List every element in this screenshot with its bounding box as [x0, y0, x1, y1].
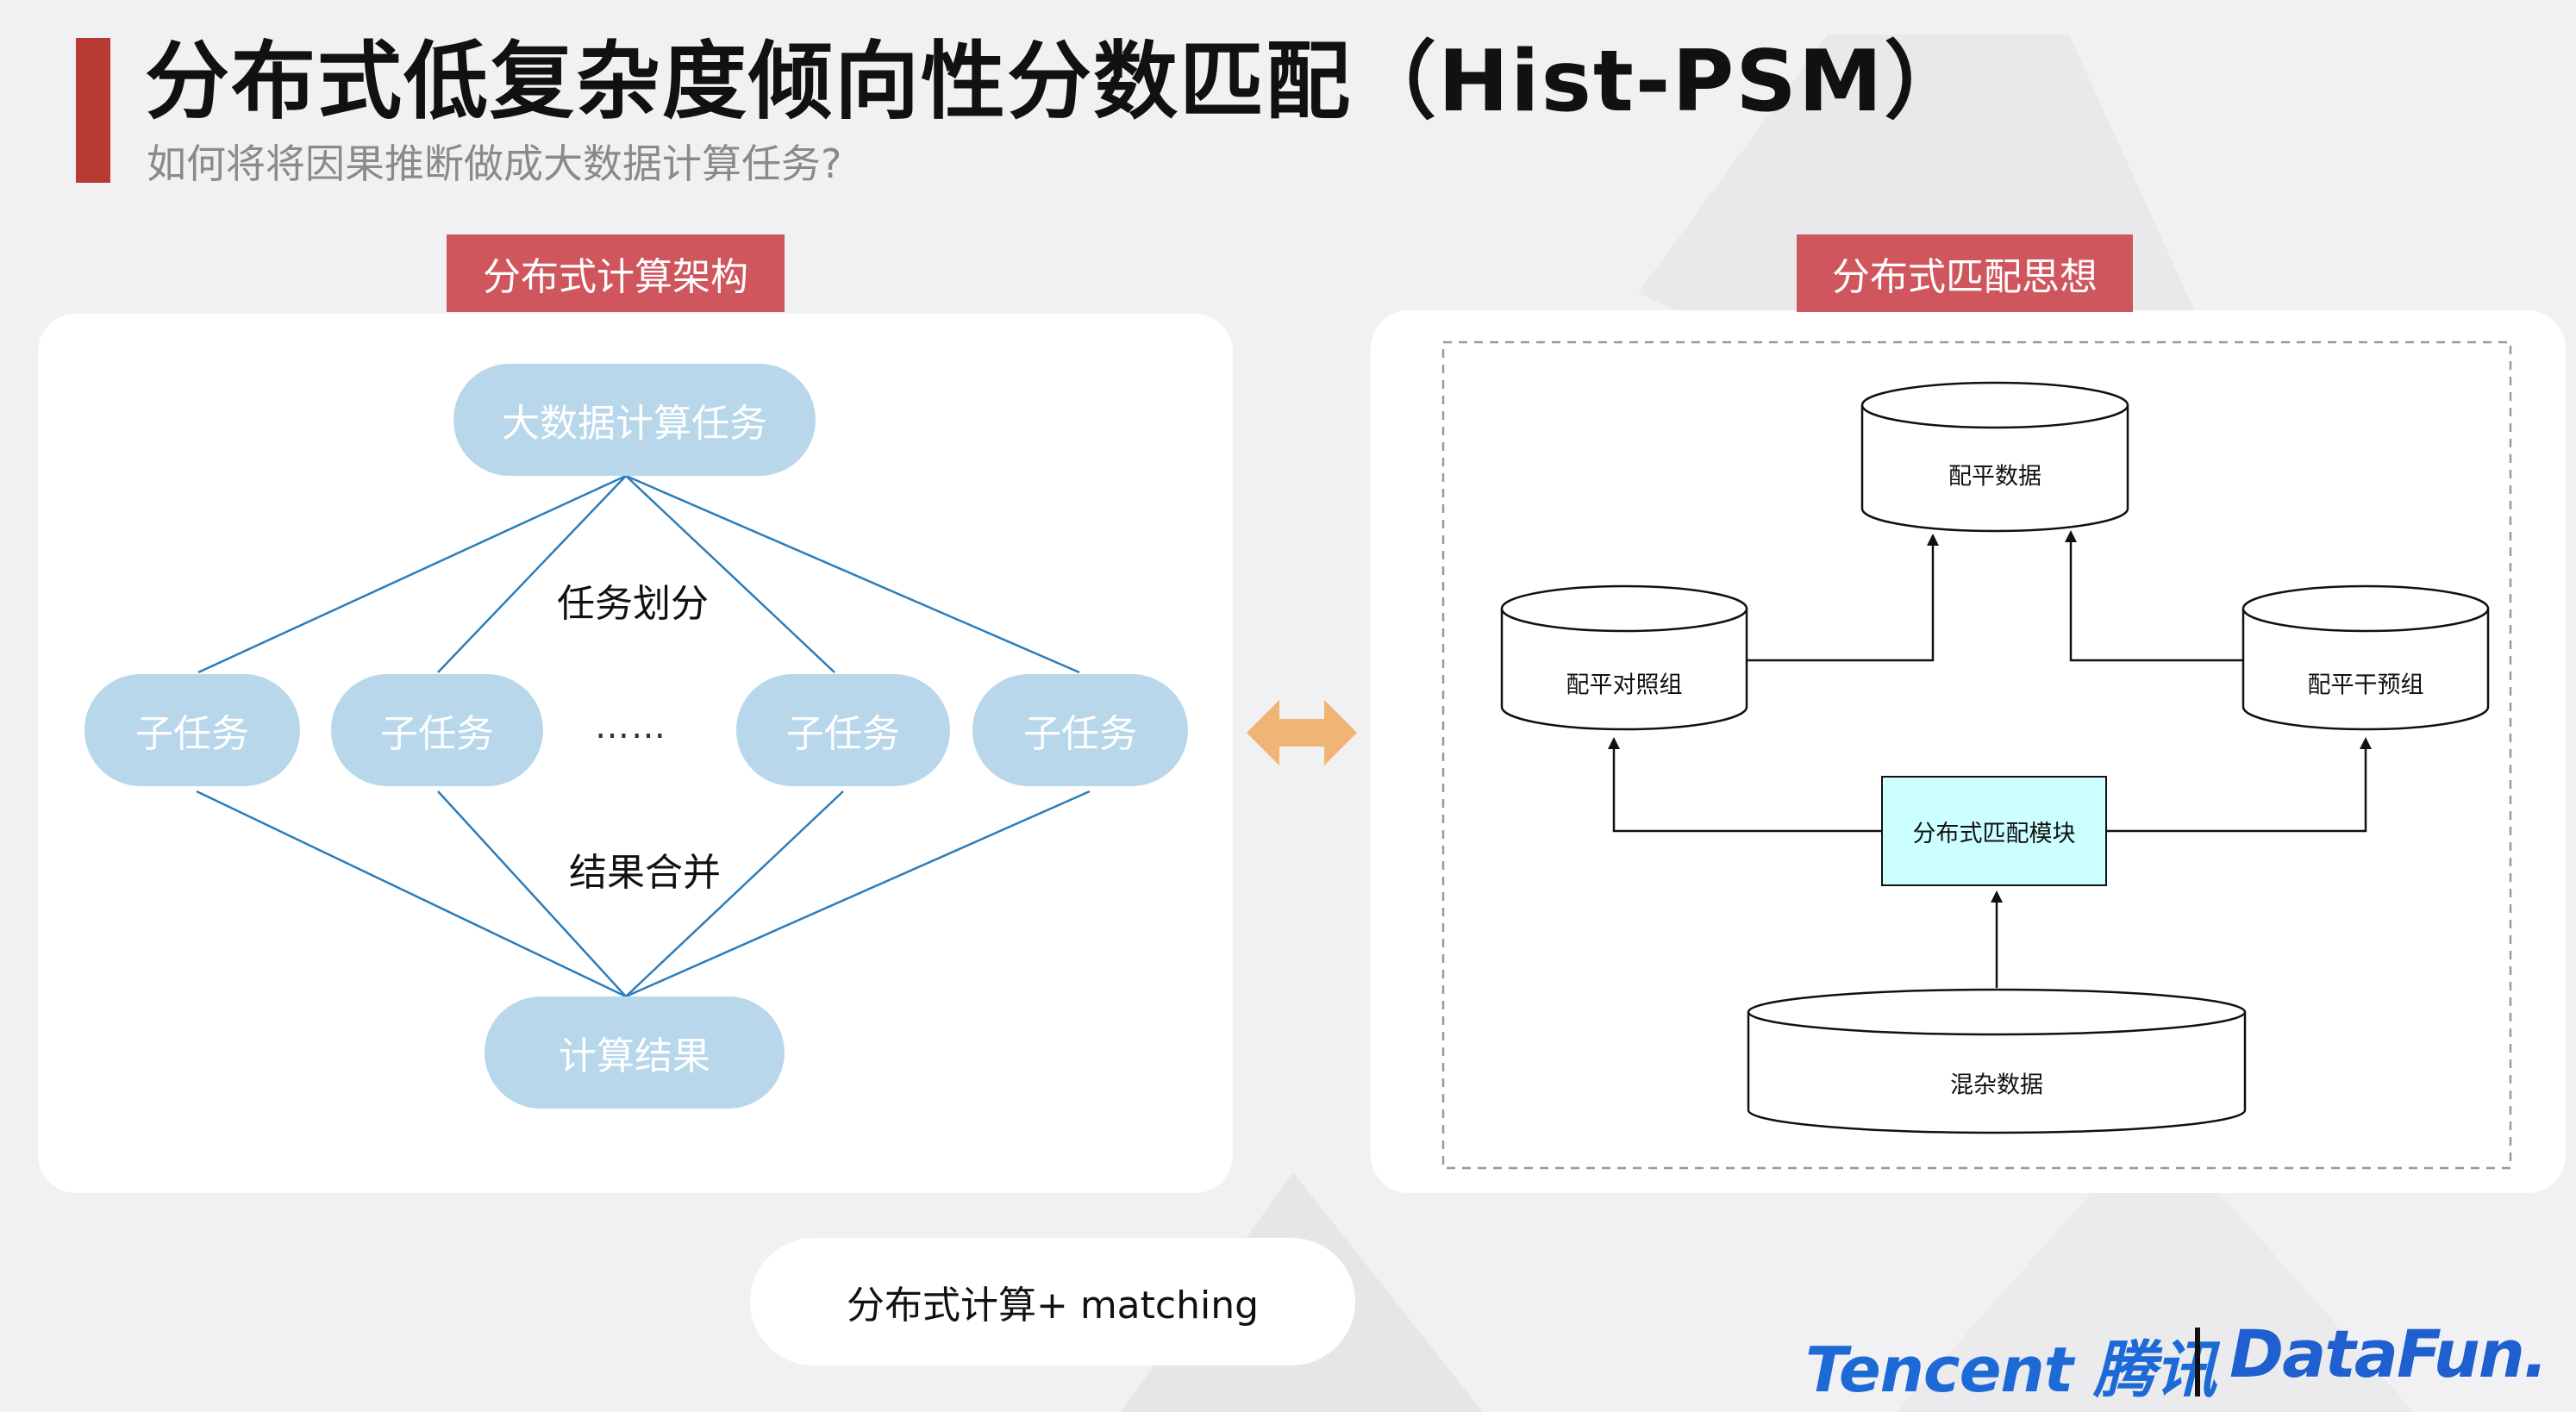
logo-separator [2195, 1328, 2200, 1396]
db-balanced-treatment [2241, 584, 2490, 731]
node-compute-result: 计算结果 [485, 997, 785, 1109]
tencent-logo: Tencent 腾讯 [1805, 1334, 2216, 1406]
caption-box: 分布式计算+ matching [750, 1238, 1355, 1365]
label-task-split: 任务划分 [557, 582, 709, 626]
node-subtask-1: 子任务 [84, 674, 300, 786]
double-arrow-icon [1247, 700, 1357, 765]
node-big-data-task: 大数据计算任务 [453, 364, 816, 476]
label-balanced-control: 配平对照组 [1566, 672, 1683, 699]
label-result-merge: 结果合并 [569, 851, 721, 895]
db-confounded-data [1747, 988, 2247, 1134]
label-balanced-treatment: 配平干预组 [2307, 672, 2424, 699]
subtask-ellipsis: …… [595, 707, 667, 747]
node-subtask-4: 子任务 [972, 674, 1188, 786]
distributed-matching-module: 分布式匹配模块 [1881, 776, 2107, 886]
label-confounded-data: 混杂数据 [1950, 1071, 2043, 1099]
node-subtask-2: 子任务 [331, 674, 543, 786]
node-subtask-3: 子任务 [736, 674, 950, 786]
label-balanced-data: 配平数据 [1948, 463, 2041, 490]
datafun-logo: DataFun. [2229, 1315, 2548, 1392]
db-balanced-control [1500, 584, 1748, 731]
